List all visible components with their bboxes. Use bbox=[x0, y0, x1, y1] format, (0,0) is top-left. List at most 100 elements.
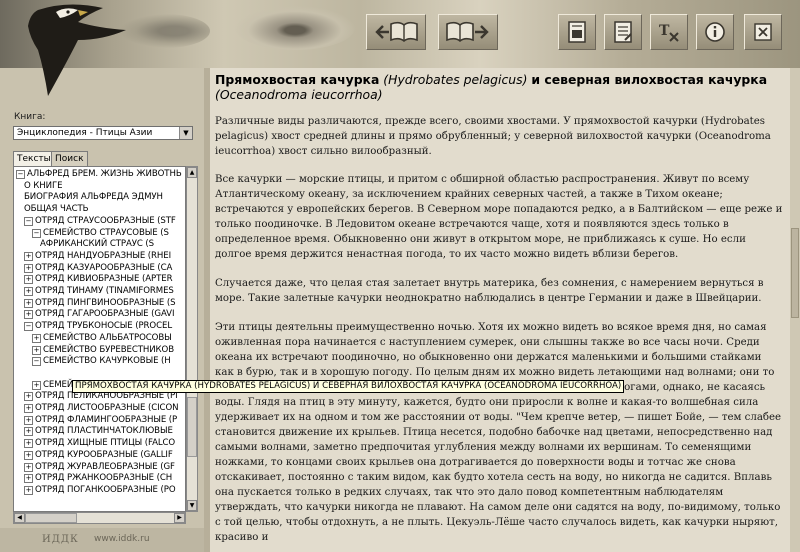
footer-website[interactable]: www.iddk.ru bbox=[94, 534, 150, 544]
expand-icon[interactable]: + bbox=[24, 474, 33, 484]
tree-item[interactable]: АФРИКАНСКИЙ СТРАУС (S bbox=[40, 239, 154, 250]
banner-bird-photo bbox=[120, 14, 210, 48]
tree-item[interactable]: + ОТРЯД КИВИОБРАЗНЫЕ (APTER bbox=[24, 274, 173, 285]
tree-item[interactable]: − СЕМЕЙСТВО СТРАУСОВЫЕ (S bbox=[32, 228, 169, 239]
expand-icon[interactable]: + bbox=[32, 333, 41, 343]
collapse-icon[interactable]: − bbox=[24, 322, 33, 332]
tree-hscroll-thumb[interactable] bbox=[25, 513, 77, 523]
expand-icon[interactable]: + bbox=[24, 275, 33, 285]
tree-item[interactable]: + ОТРЯД ПИНГВИНООБРАЗНЫЕ (S bbox=[24, 298, 176, 309]
expand-icon[interactable]: + bbox=[24, 298, 33, 308]
expand-icon[interactable]: + bbox=[24, 251, 33, 261]
tree-item[interactable]: + СЕМЕЙСТВО АЛЬБАТРОСОВЫ bbox=[32, 333, 172, 344]
tree-item-label: СЕМЕЙСТВО СТРАУСОВЫЕ (S bbox=[43, 227, 169, 238]
clear-format-button[interactable]: T bbox=[650, 14, 688, 50]
expand-icon[interactable]: + bbox=[24, 450, 33, 460]
article-scrollbar[interactable] bbox=[790, 68, 800, 552]
contents-tree: − АЛЬФРЕД БРЕМ. ЖИЗНЬ ЖИВОТНЬ О КНИГЕ БИОГР… bbox=[13, 166, 186, 512]
tree-item-label: АЛЬФРЕД БРЕМ. ЖИЗНЬ ЖИВОТНЬ bbox=[27, 169, 182, 179]
tree-item-label: СЕМЕЙСТВО АЛЬБАТРОСОВЫ bbox=[43, 332, 172, 343]
tree-item[interactable]: + ОТРЯД ТИНАМУ (TINAMIFORMES bbox=[24, 286, 174, 297]
book-select[interactable]: Энциклопедия - Птицы Азии ▼ bbox=[13, 126, 193, 140]
tree-item[interactable]: + СЕМЕЙСТВО БУРЕВЕСТНИКОВ bbox=[32, 345, 174, 356]
tree-item[interactable]: + ОТРЯД ПЛАСТИНЧАТОКЛЮВЫЕ bbox=[24, 426, 173, 437]
expand-icon[interactable]: + bbox=[24, 439, 33, 449]
scroll-up-icon[interactable]: ▲ bbox=[187, 167, 197, 178]
article-paragraph: Все качурки — морские птицы, и притом с … bbox=[215, 174, 783, 260]
expand-icon[interactable]: + bbox=[24, 462, 33, 472]
tree-item[interactable]: ОБЩАЯ ЧАСТЬ bbox=[24, 204, 89, 215]
picture-document-icon bbox=[568, 21, 586, 43]
expand-icon[interactable]: + bbox=[24, 404, 33, 413]
expand-icon[interactable]: + bbox=[24, 427, 33, 437]
tree-item[interactable]: + ОТРЯД КУРООБРАЗНЫЕ (GALLIF bbox=[24, 450, 173, 461]
tree-item-label: ОТРЯД КИВИОБРАЗНЫЕ (APTER bbox=[35, 274, 173, 285]
tree-item[interactable]: + ОТРЯД ЖУРАВЛЕОБРАЗНЫЕ (GF bbox=[24, 462, 175, 473]
title-common-name-1: Прямохвостая качурка bbox=[215, 72, 380, 87]
book-select-value: Энциклопедия - Птицы Азии bbox=[17, 128, 153, 138]
scroll-left-icon[interactable]: ◀ bbox=[14, 513, 25, 523]
close-button[interactable] bbox=[744, 14, 782, 50]
scroll-down-icon[interactable]: ▼ bbox=[187, 500, 197, 511]
collapse-icon[interactable]: − bbox=[24, 216, 33, 226]
book-label: Книга: bbox=[14, 112, 46, 122]
tab-texts[interactable]: Тексты bbox=[13, 151, 55, 167]
expand-icon[interactable]: + bbox=[24, 263, 33, 273]
view-text-button[interactable] bbox=[604, 14, 642, 50]
book-back-icon bbox=[375, 21, 418, 43]
collapse-icon[interactable]: − bbox=[16, 170, 25, 179]
tree-item[interactable]: БИОГРАФИЯ АЛЬФРЕДА ЭДМУН bbox=[24, 192, 163, 203]
tree-item-label: СЕМЕЙСТВО БУРЕВЕСТНИКОВ bbox=[43, 344, 175, 355]
tree-item-label: ОТРЯД ПЛАСТИНЧАТОКЛЮВЫЕ bbox=[35, 426, 173, 437]
tree-item-label: АФРИКАНСКИЙ СТРАУС (S bbox=[40, 239, 155, 250]
tab-search[interactable]: Поиск bbox=[51, 151, 88, 166]
tree-item-label: БИОГРАФИЯ АЛЬФРЕДА ЭДМУН bbox=[24, 192, 163, 203]
svg-text:T: T bbox=[659, 23, 670, 39]
tree-item[interactable]: + ОТРЯД ФЛАМИНГООБРАЗНЫЕ (P bbox=[24, 415, 177, 426]
tree-item[interactable]: + ОТРЯД ХИЩНЫЕ ПТИЦЫ (FALCO bbox=[24, 438, 175, 449]
expand-icon[interactable]: + bbox=[24, 392, 33, 402]
tree-item[interactable]: − ОТРЯД ТРУБКОНОСЫЕ (PROCEL bbox=[24, 321, 172, 332]
article-scroll-thumb[interactable] bbox=[791, 228, 799, 318]
banner-eye-photo bbox=[235, 6, 355, 50]
tree-item-label: ОТРЯД ФЛАМИНГООБРАЗНЫЕ (P bbox=[35, 414, 178, 425]
tree-item-label: О КНИГЕ bbox=[24, 180, 63, 191]
text-document-icon bbox=[614, 21, 632, 43]
info-icon bbox=[705, 22, 725, 42]
tree-item-label: ОТРЯД ХИЩНЫЕ ПТИЦЫ (FALCO bbox=[35, 438, 176, 449]
view-picture-button[interactable] bbox=[558, 14, 596, 50]
tree-scroll-thumb[interactable] bbox=[187, 397, 197, 457]
article-paragraph: Случается даже, что целая стая залетает … bbox=[215, 278, 764, 304]
title-common-name-2: и северная вилохвостая качурка bbox=[531, 72, 768, 87]
back-page-button[interactable] bbox=[366, 14, 426, 50]
expand-icon[interactable]: + bbox=[32, 380, 41, 390]
tree-item[interactable]: + ОТРЯД РЖАНКООБРАЗНЫЕ (CH bbox=[24, 473, 172, 484]
tree-item[interactable]: + ОТРЯД ПОГАНКООБРАЗНЫЕ (PO bbox=[24, 485, 176, 496]
collapse-icon[interactable]: − bbox=[32, 228, 41, 238]
collapse-icon[interactable]: − bbox=[32, 357, 41, 367]
tree-vertical-scrollbar[interactable]: ▲ ▼ bbox=[186, 166, 198, 512]
forward-page-button[interactable] bbox=[438, 14, 498, 50]
chevron-down-icon[interactable]: ▼ bbox=[179, 127, 192, 139]
scroll-right-icon[interactable]: ▶ bbox=[174, 513, 185, 523]
tree-item[interactable]: + ОТРЯД КАЗУАРООБРАЗНЫЕ (CA bbox=[24, 263, 172, 274]
expand-icon[interactable]: + bbox=[32, 345, 41, 355]
info-button[interactable] bbox=[696, 14, 734, 50]
article-paragraph: Эти птицы деятельны преимущественно ночь… bbox=[215, 322, 782, 543]
tree-item[interactable]: О КНИГЕ bbox=[24, 180, 63, 192]
footer-brand: ИДДК bbox=[42, 534, 79, 545]
tree-item[interactable]: + ОТРЯД НАНДУОБРАЗНЫЕ (RHEI bbox=[24, 251, 171, 262]
tree-item[interactable]: + ОТРЯД ГАГАРООБРАЗНЫЕ (GAVI bbox=[24, 309, 174, 320]
expand-icon[interactable]: + bbox=[24, 485, 33, 495]
tree-item[interactable]: + ОТРЯД ЛИСТООБРАЗНЫЕ (CICON bbox=[24, 403, 179, 414]
expand-icon[interactable]: + bbox=[24, 310, 33, 320]
tree-item[interactable]: − ОТРЯД СТРАУСООБРАЗНЫЕ (STF bbox=[24, 216, 176, 227]
tree-item[interactable]: − СЕМЕЙСТВО КАЧУРКОВЫЕ (H bbox=[32, 356, 171, 367]
expand-icon[interactable]: + bbox=[24, 287, 33, 296]
tree-horizontal-scrollbar[interactable]: ◀ ▶ bbox=[13, 512, 186, 524]
tree-item-label: ОТРЯД КАЗУАРООБРАЗНЫЕ (CA bbox=[35, 262, 173, 273]
book-forward-icon bbox=[446, 21, 489, 43]
tree-item[interactable]: − АЛЬФРЕД БРЕМ. ЖИЗНЬ ЖИВОТНЬ bbox=[16, 169, 182, 180]
footer: ИДДК www.iddk.ru bbox=[0, 528, 204, 552]
expand-icon[interactable]: + bbox=[24, 415, 33, 425]
